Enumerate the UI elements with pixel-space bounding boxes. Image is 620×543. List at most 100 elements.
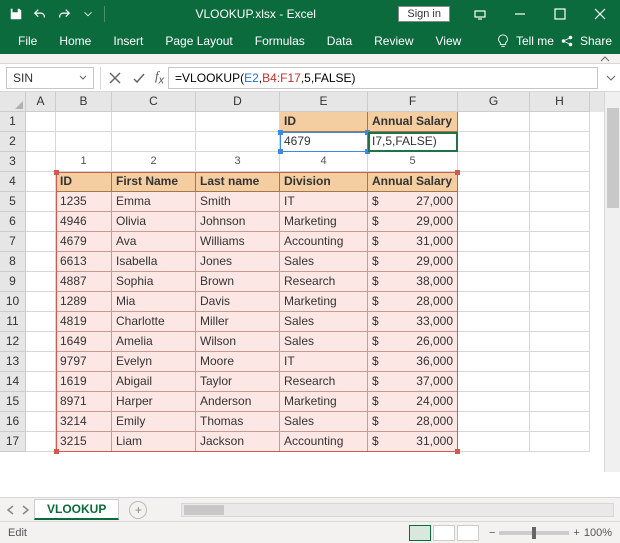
ribbon-collapse[interactable] <box>0 54 620 64</box>
cell[interactable] <box>458 212 530 232</box>
cell[interactable]: 3215 <box>56 432 112 452</box>
qat-dropdown-icon[interactable] <box>78 3 98 25</box>
cell[interactable] <box>56 112 112 132</box>
row-header[interactable]: 2 <box>0 132 26 152</box>
cell[interactable] <box>26 352 56 372</box>
cell[interactable]: First Name <box>112 172 196 192</box>
cell[interactable]: $36,000 <box>368 352 458 372</box>
cell[interactable]: $33,000 <box>368 312 458 332</box>
sheet-nav-next-icon[interactable] <box>20 505 30 515</box>
cell[interactable]: Division <box>280 172 368 192</box>
cell[interactable]: $28,000 <box>368 292 458 312</box>
cell[interactable] <box>26 252 56 272</box>
tab-formulas[interactable]: Formulas <box>245 30 315 52</box>
cell[interactable]: Davis <box>196 292 280 312</box>
cell[interactable]: Olivia <box>112 212 196 232</box>
tab-view[interactable]: View <box>426 30 472 52</box>
cell[interactable]: 1289 <box>56 292 112 312</box>
cell[interactable]: Anderson <box>196 392 280 412</box>
cell[interactable]: Marketing <box>280 292 368 312</box>
new-sheet-icon[interactable]: + <box>129 501 147 519</box>
cell[interactable]: Moore <box>196 352 280 372</box>
cell[interactable] <box>530 192 590 212</box>
cell[interactable] <box>26 312 56 332</box>
cell[interactable]: Marketing <box>280 392 368 412</box>
row-header[interactable]: 9 <box>0 272 26 292</box>
col-header[interactable]: D <box>196 92 280 112</box>
horizontal-scrollbar[interactable] <box>181 503 614 517</box>
cell[interactable]: 6613 <box>56 252 112 272</box>
cell[interactable] <box>530 152 590 172</box>
tab-page-layout[interactable]: Page Layout <box>155 30 242 52</box>
cell[interactable]: $27,000 <box>368 192 458 212</box>
row-header[interactable]: 15 <box>0 392 26 412</box>
cell[interactable] <box>530 212 590 232</box>
cell[interactable] <box>112 112 196 132</box>
cell[interactable] <box>26 112 56 132</box>
cell[interactable]: Taylor <box>196 372 280 392</box>
cell[interactable]: $28,000 <box>368 412 458 432</box>
cell[interactable]: 9797 <box>56 352 112 372</box>
cell[interactable]: Jones <box>196 252 280 272</box>
cell[interactable] <box>458 112 530 132</box>
cell[interactable] <box>458 292 530 312</box>
cell[interactable]: Harper <box>112 392 196 412</box>
cell[interactable] <box>530 272 590 292</box>
page-break-view-button[interactable] <box>457 525 479 541</box>
cell[interactable] <box>458 172 530 192</box>
cell[interactable] <box>458 412 530 432</box>
cell[interactable]: Emma <box>112 192 196 212</box>
redo-icon[interactable] <box>54 3 74 25</box>
cell[interactable] <box>530 232 590 252</box>
cell[interactable]: Last name <box>196 172 280 192</box>
cell[interactable]: Sales <box>280 252 368 272</box>
cell[interactable] <box>26 272 56 292</box>
cell[interactable] <box>26 232 56 252</box>
cell[interactable] <box>26 152 56 172</box>
tab-data[interactable]: Data <box>317 30 362 52</box>
cell[interactable]: Research <box>280 372 368 392</box>
zoom-level[interactable]: 100% <box>584 527 612 539</box>
cell[interactable] <box>458 272 530 292</box>
row-header[interactable]: 5 <box>0 192 26 212</box>
cell[interactable]: Marketing <box>280 212 368 232</box>
cell[interactable] <box>458 152 530 172</box>
cell[interactable]: Abigail <box>112 372 196 392</box>
cell[interactable]: Sales <box>280 412 368 432</box>
cell[interactable] <box>26 392 56 412</box>
enter-formula-icon[interactable] <box>127 67 151 89</box>
row-header[interactable]: 17 <box>0 432 26 452</box>
cell[interactable]: 1235 <box>56 192 112 212</box>
cell[interactable]: 4679 <box>56 232 112 252</box>
cell[interactable] <box>112 132 196 152</box>
cell[interactable]: $26,000 <box>368 332 458 352</box>
cell[interactable] <box>530 352 590 372</box>
sign-in-button[interactable]: Sign in <box>398 6 450 22</box>
tab-review[interactable]: Review <box>364 30 423 52</box>
col-header[interactable]: H <box>530 92 590 112</box>
cell[interactable]: IT <box>280 192 368 212</box>
cell[interactable]: 5 <box>368 152 458 172</box>
cell[interactable]: 4 <box>280 152 368 172</box>
cell[interactable] <box>26 432 56 452</box>
row-header[interactable]: 1 <box>0 112 26 132</box>
cell[interactable]: 3214 <box>56 412 112 432</box>
cell[interactable] <box>530 252 590 272</box>
fx-icon[interactable]: fx <box>151 68 168 87</box>
cell[interactable] <box>458 312 530 332</box>
cell[interactable]: Evelyn <box>112 352 196 372</box>
cell[interactable]: 1 <box>56 152 112 172</box>
cancel-formula-icon[interactable] <box>103 67 127 89</box>
cell[interactable] <box>530 132 590 152</box>
tab-home[interactable]: Home <box>49 30 101 52</box>
page-layout-view-button[interactable] <box>433 525 455 541</box>
cell[interactable] <box>530 172 590 192</box>
tell-me-button[interactable]: Tell me <box>516 34 554 48</box>
cell[interactable]: Emily <box>112 412 196 432</box>
cell[interactable] <box>26 192 56 212</box>
expand-formula-bar-icon[interactable] <box>602 67 620 89</box>
col-header[interactable]: F <box>368 92 458 112</box>
cell[interactable]: 3 <box>196 152 280 172</box>
cell[interactable]: $24,000 <box>368 392 458 412</box>
cell[interactable]: ID <box>56 172 112 192</box>
